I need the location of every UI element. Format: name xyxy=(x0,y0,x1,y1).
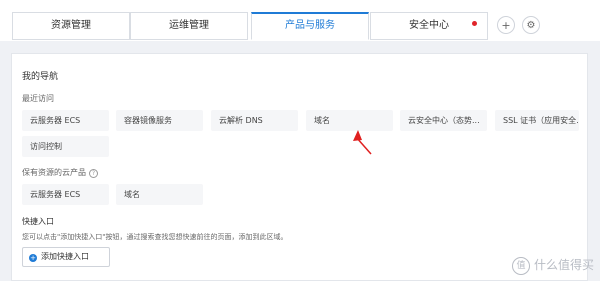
shortcut-hint: 您可以点击"添加快捷入口"按钮，通过搜索查找您想快速前往的页面，添加到此区域。 xyxy=(22,233,288,241)
owned-title-text: 保有资源的云产品 xyxy=(22,168,86,177)
tab-security-center[interactable]: 安全中心 xyxy=(370,12,488,40)
top-tab-bar: 资源管理 运维管理 产品与服务 安全中心 + ⚙ xyxy=(0,0,600,41)
notification-dot xyxy=(472,21,477,26)
plus-circle-icon: + xyxy=(29,254,37,262)
help-icon[interactable]: ? xyxy=(89,169,98,178)
owned-item-domain[interactable]: 域名 xyxy=(116,184,203,205)
watermark: 值什么值得买 xyxy=(511,256,594,275)
tab-security-center-label: 安全中心 xyxy=(409,20,449,31)
watermark-text: 什么值得买 xyxy=(533,258,594,272)
section-title-my-navigation: 我的导航 xyxy=(22,72,59,82)
recent-item-access-control[interactable]: 访问控制 xyxy=(22,136,109,157)
recent-item-dns[interactable]: 云解析 DNS xyxy=(211,110,298,131)
recent-item-ecs[interactable]: 云服务器 ECS xyxy=(22,110,109,131)
watermark-badge: 值 xyxy=(511,257,530,275)
my-navigation-panel: 我的导航 最近访问 云服务器 ECS 容器镜像服务 云解析 DNS 域名 云安全… xyxy=(11,53,588,281)
section-title-owned: 保有资源的云产品? xyxy=(22,167,98,178)
settings-button[interactable]: ⚙ xyxy=(522,16,540,34)
owned-item-ecs[interactable]: 云服务器 ECS xyxy=(22,184,109,205)
section-title-shortcuts: 快捷入口 xyxy=(22,217,54,226)
recent-item-domain[interactable]: 域名 xyxy=(306,110,393,131)
plus-icon: + xyxy=(501,18,511,32)
add-shortcut-label: 添加快捷入口 xyxy=(41,252,89,261)
gear-icon: ⚙ xyxy=(526,19,536,31)
tab-products-services[interactable]: 产品与服务 xyxy=(251,12,369,40)
add-shortcut-button[interactable]: + 添加快捷入口 xyxy=(22,247,110,267)
tab-resource-management[interactable]: 资源管理 xyxy=(12,12,130,40)
add-tab-button[interactable]: + xyxy=(497,16,515,34)
section-title-recent: 最近访问 xyxy=(22,94,54,103)
recent-item-ssl-cert[interactable]: SSL 证书（应用安全... xyxy=(495,110,579,131)
recent-item-container-registry[interactable]: 容器镜像服务 xyxy=(116,110,203,131)
tab-ops-management[interactable]: 运维管理 xyxy=(130,12,248,40)
recent-item-security-center[interactable]: 云安全中心（态势... xyxy=(400,110,487,131)
